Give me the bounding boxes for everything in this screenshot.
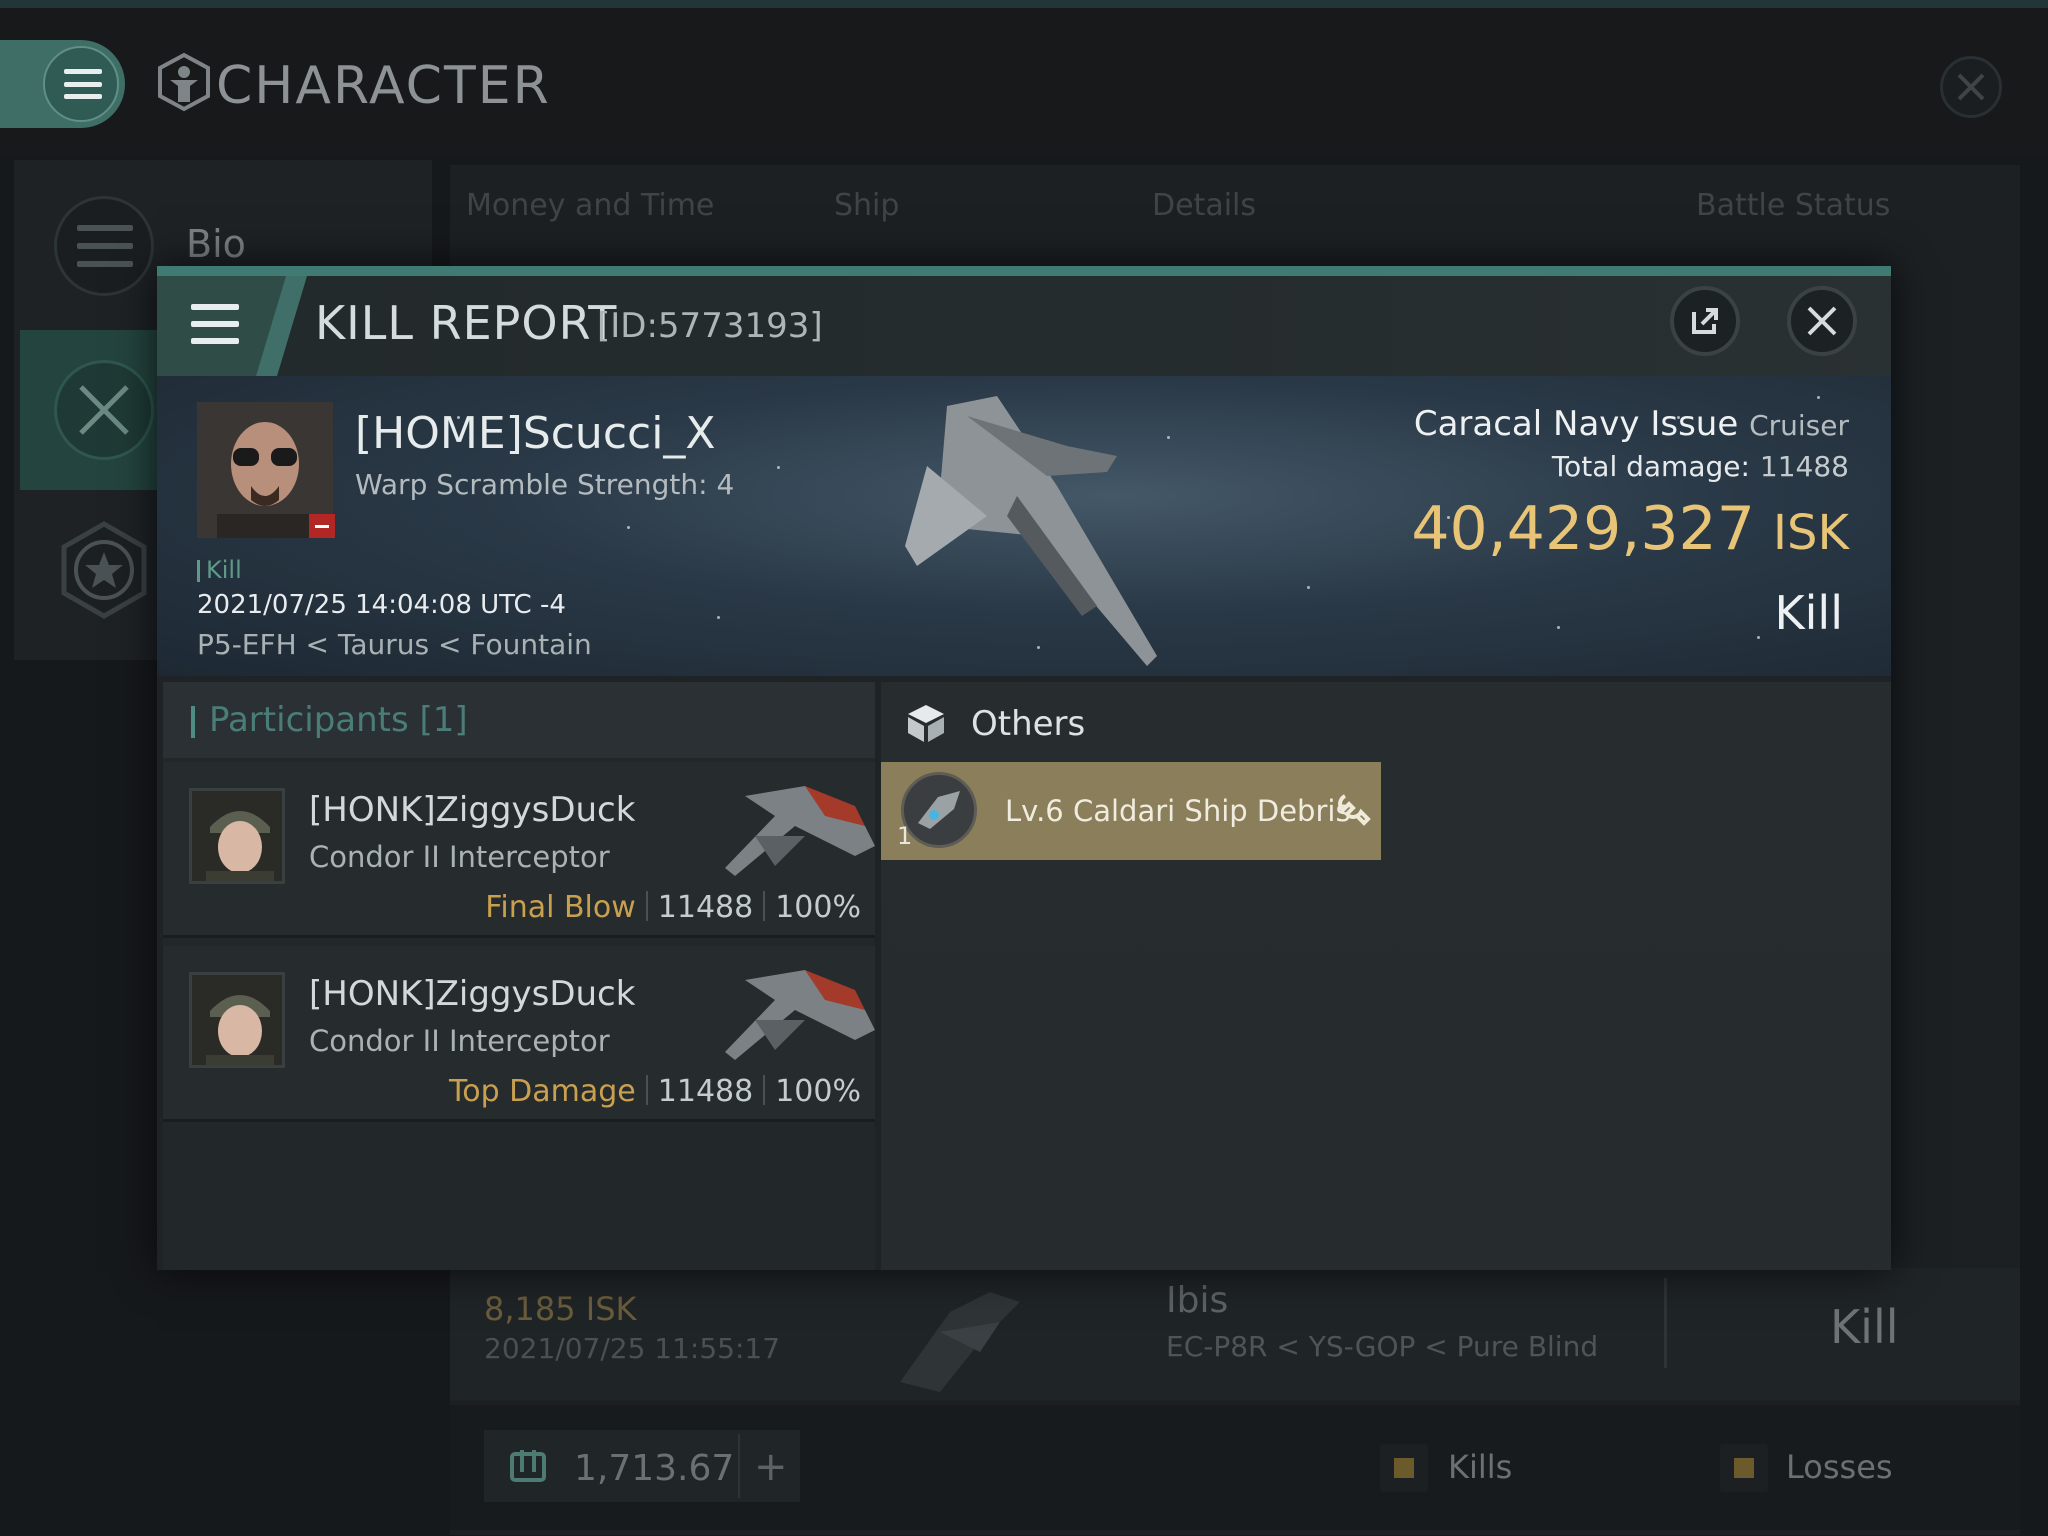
dialog-close-button[interactable] xyxy=(1787,286,1857,356)
isk-value: 40,429,327 ISK xyxy=(1411,494,1849,564)
sidebar-item-achievements[interactable] xyxy=(54,520,154,620)
participant-row[interactable]: [HONK]ZiggysDuck Condor II Interceptor T… xyxy=(163,946,875,1122)
close-icon xyxy=(1957,73,1985,101)
total-damage-value: 11488 xyxy=(1759,450,1849,483)
share-icon xyxy=(1692,308,1718,334)
ship-debris-icon xyxy=(901,772,977,848)
kill-location[interactable]: P5-EFH < Taurus < Fountain xyxy=(197,628,592,661)
plus-icon: + xyxy=(754,1444,788,1490)
crossed-swords-icon xyxy=(54,360,154,460)
isk-currency: ISK xyxy=(1772,505,1849,561)
row-location: EC-P8R < YS-GOP < Pure Blind xyxy=(1166,1330,1599,1363)
isk-amount: 40,429,327 xyxy=(1411,494,1755,564)
victim-ship[interactable]: Caracal Navy Issue Cruiser xyxy=(1414,404,1849,444)
result-label: Kill xyxy=(1774,586,1843,640)
wallet-icon xyxy=(510,1450,546,1482)
sidebar-item-label: Bio xyxy=(186,222,246,266)
participant-percent: 100% xyxy=(775,1074,861,1109)
main-menu-button[interactable] xyxy=(0,40,125,128)
tab-details[interactable]: Details xyxy=(1152,188,1256,223)
final-blow-tag: Final Blow xyxy=(485,890,636,925)
total-damage-label: Total damage: xyxy=(1551,450,1750,483)
top-damage-tag: Top Damage xyxy=(449,1074,636,1109)
victim-name[interactable]: [HOME]Scucci_X xyxy=(355,408,716,459)
kills-legend-label: Kills xyxy=(1448,1448,1513,1486)
report-id: [ID:5773193] xyxy=(597,306,823,346)
menu-icon xyxy=(43,46,119,122)
tab-money-and-time[interactable]: Money and Time xyxy=(466,188,714,223)
menu-icon xyxy=(191,304,239,344)
loot-name: Lv.6 Caldari Ship Debris xyxy=(1005,794,1351,828)
share-button[interactable] xyxy=(1670,286,1740,356)
character-tabs: Money and Time Ship Details Battle Statu… xyxy=(466,188,2006,238)
dialog-accent-bar xyxy=(157,266,1891,276)
participant-stats: Top Damage 11488 100% xyxy=(449,1074,861,1109)
participant-ship: Condor II Interceptor xyxy=(309,1024,610,1058)
close-icon xyxy=(1807,306,1837,336)
participant-percent: 100% xyxy=(775,890,861,925)
ship-class: Cruiser xyxy=(1749,409,1849,442)
wallet-value: 1,713.67 xyxy=(574,1448,735,1489)
tab-battle-status[interactable]: Battle Status xyxy=(1696,188,1890,223)
participant-portrait xyxy=(189,972,285,1068)
wrench-icon xyxy=(1338,794,1371,826)
victim-ship-image xyxy=(905,396,1157,666)
top-accent-line xyxy=(0,0,2048,8)
others-panel: Others 1 Lv.6 Caldari Ship Debris xyxy=(881,682,1891,1270)
window-title: CHARACTER xyxy=(216,56,551,116)
others-title: Others xyxy=(971,704,1086,744)
loot-quantity: 1 xyxy=(897,822,913,850)
kill-banner: [HOME]Scucci_X Warp Scramble Strength: 4… xyxy=(157,376,1891,676)
row-isk-value: 8,185 ISK xyxy=(484,1290,637,1328)
row-date: 2021/07/25 11:55:17 xyxy=(484,1332,781,1365)
participant-damage: 11488 xyxy=(657,890,754,925)
participant-ship-image xyxy=(725,970,875,1060)
participants-panel: Participants [1] [HONK]ZiggysDuck Condor… xyxy=(163,682,875,1270)
losses-legend-label: Losses xyxy=(1786,1448,1893,1486)
kill-type-tag: Kill xyxy=(197,556,242,584)
participant-portrait xyxy=(189,788,285,884)
losses-legend-swatch xyxy=(1720,1444,1768,1492)
hostile-flag-icon xyxy=(309,514,335,538)
participant-damage: 11488 xyxy=(657,1074,754,1109)
cube-icon xyxy=(908,705,944,742)
victim-subtitle: Warp Scramble Strength: 4 xyxy=(355,468,735,501)
participant-stats: Final Blow 11488 100% xyxy=(485,890,861,925)
row-ship-name: Ibis xyxy=(1166,1280,1229,1321)
kill-datetime: 2021/07/25 14:04:08 UTC -4 xyxy=(197,590,566,620)
add-funds-button[interactable]: + xyxy=(738,1434,794,1498)
row-divider xyxy=(1664,1278,1667,1368)
participant-ship-image xyxy=(725,786,875,876)
bio-icon xyxy=(54,196,154,296)
tab-ship[interactable]: Ship xyxy=(834,188,899,223)
kills-legend-swatch xyxy=(1380,1444,1428,1492)
row-result: Kill xyxy=(1830,1300,1899,1354)
dialog-title: KILL REPORT xyxy=(315,296,618,350)
star-badge-icon xyxy=(61,521,147,619)
ship-name: Caracal Navy Issue xyxy=(1413,404,1739,444)
participants-title: Participants [1] xyxy=(209,700,468,740)
participant-row[interactable]: [HONK]ZiggysDuck Condor II Interceptor F… xyxy=(163,762,875,938)
kill-report-dialog: KILL REPORT [ID:5773193] [HOME]Scucci_X … xyxy=(157,266,1891,1270)
loot-item[interactable]: 1 Lv.6 Caldari Ship Debris xyxy=(881,762,1381,860)
character-icon xyxy=(158,52,210,112)
character-close-button[interactable] xyxy=(1940,56,2002,118)
participant-ship: Condor II Interceptor xyxy=(309,840,610,874)
participant-name: [HONK]ZiggysDuck xyxy=(309,790,636,830)
ship-thumbnail xyxy=(900,1292,1020,1392)
total-damage: Total damage: 11488 xyxy=(1552,450,1849,483)
participant-name: [HONK]ZiggysDuck xyxy=(309,974,636,1014)
